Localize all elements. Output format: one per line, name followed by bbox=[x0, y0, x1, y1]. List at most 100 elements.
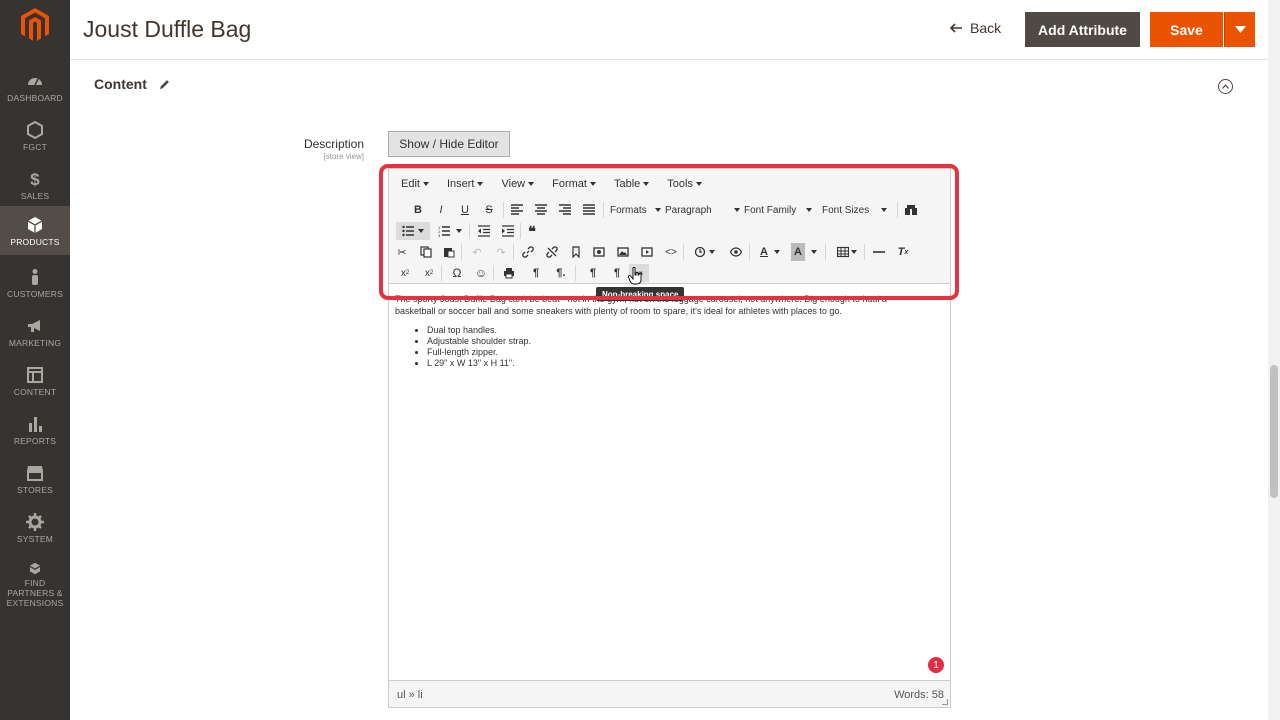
emoticons-icon[interactable]: ☺ bbox=[471, 264, 491, 282]
sidebar-item-label: CONTENT bbox=[13, 387, 57, 397]
sidebar-item-sales[interactable]: $ SALES bbox=[0, 160, 70, 209]
blockquote-icon[interactable]: ❝ bbox=[522, 222, 542, 240]
font-sizes-select[interactable]: Font Sizes bbox=[822, 201, 888, 219]
menu-format[interactable]: Format bbox=[548, 176, 600, 192]
sidebar-item-find-partners[interactable]: FIND PARTNERS & EXTENSIONS bbox=[0, 552, 70, 608]
sidebar-item-dashboard[interactable]: DASHBOARD bbox=[0, 62, 70, 111]
wysiwyg-editor: Edit Insert View Format Table Tools B I … bbox=[388, 168, 951, 708]
background-color-dropdown[interactable] bbox=[809, 243, 819, 261]
save-button[interactable]: Save bbox=[1150, 12, 1223, 47]
element-path[interactable]: ul » li bbox=[397, 689, 423, 701]
align-center-icon[interactable] bbox=[531, 201, 551, 219]
content-section-header[interactable]: Content bbox=[94, 76, 170, 92]
menu-tools-label: Tools bbox=[667, 178, 693, 190]
redo-icon[interactable]: ↷ bbox=[491, 243, 511, 261]
paste-icon[interactable] bbox=[439, 243, 459, 261]
menu-edit[interactable]: Edit bbox=[397, 176, 433, 192]
toolbar-separator bbox=[520, 223, 521, 239]
dashboard-icon bbox=[28, 78, 42, 86]
horizontal-rule-icon[interactable] bbox=[869, 243, 889, 261]
sidebar-item-stores[interactable]: STORES bbox=[0, 454, 70, 503]
source-code-icon[interactable]: <> bbox=[661, 243, 681, 261]
show-blocks-icon[interactable]: ¶ bbox=[583, 264, 603, 282]
print-icon[interactable] bbox=[499, 264, 519, 282]
special-character-icon[interactable]: Ω bbox=[447, 264, 467, 282]
italic-icon[interactable]: I bbox=[431, 201, 451, 219]
sidebar-item-marketing[interactable]: MARKETING bbox=[0, 307, 70, 356]
align-left-icon[interactable] bbox=[507, 201, 527, 219]
font-family-select[interactable]: Font Family bbox=[744, 201, 813, 219]
menu-insert[interactable]: Insert bbox=[443, 176, 488, 192]
text-color-icon[interactable]: A bbox=[754, 243, 774, 261]
hexagon-icon bbox=[27, 121, 43, 139]
strikethrough-icon[interactable]: S bbox=[479, 201, 499, 219]
toolbar-separator bbox=[683, 244, 684, 260]
clear-formatting-icon[interactable]: Tx bbox=[893, 243, 913, 261]
indent-icon[interactable] bbox=[498, 222, 518, 240]
find-replace-icon[interactable] bbox=[901, 201, 921, 219]
underline-icon[interactable]: U bbox=[455, 201, 475, 219]
rtl-direction-icon[interactable]: ¶. bbox=[551, 264, 571, 282]
undo-icon[interactable]: ↶ bbox=[467, 243, 487, 261]
preview-icon[interactable] bbox=[726, 243, 746, 261]
sidebar-item-system[interactable]: SYSTEM bbox=[0, 503, 70, 552]
bullet-list-icon[interactable] bbox=[396, 222, 430, 240]
sidebar-item-products[interactable]: PRODUCTS bbox=[0, 206, 70, 255]
back-label: Back bbox=[970, 20, 1002, 36]
bookmark-icon[interactable] bbox=[566, 243, 586, 261]
menu-table[interactable]: Table bbox=[610, 176, 653, 192]
resize-handle-icon[interactable] bbox=[942, 699, 948, 705]
show-hide-editor-button[interactable]: Show / Hide Editor bbox=[388, 131, 510, 157]
collapse-section-button[interactable] bbox=[1218, 79, 1233, 94]
sidebar-item-content[interactable]: CONTENT bbox=[0, 356, 70, 405]
sidebar-item-reports[interactable]: REPORTS bbox=[0, 405, 70, 454]
show-invisible-chars-icon[interactable]: ¶ bbox=[607, 264, 627, 282]
page-scrollbar[interactable] bbox=[1268, 0, 1280, 720]
insert-widget-icon[interactable] bbox=[589, 243, 609, 261]
bold-icon[interactable]: B bbox=[408, 201, 428, 219]
magento-logo-icon[interactable] bbox=[21, 8, 49, 42]
numbered-list-icon[interactable]: 123 bbox=[434, 222, 466, 240]
editor-statusbar: ul » li Words: 58 bbox=[389, 680, 950, 707]
superscript-icon[interactable]: x2 bbox=[419, 264, 439, 282]
save-options-toggle[interactable] bbox=[1224, 12, 1255, 47]
copy-icon[interactable] bbox=[416, 243, 436, 261]
text-color-dropdown[interactable] bbox=[772, 243, 782, 261]
editor-toolbar: B I U S Formats Paragraph Font Family Fo… bbox=[389, 199, 950, 284]
insert-time-dropdown[interactable] bbox=[707, 243, 717, 261]
page-header: Joust Duffle Bag Back Add Attribute Save bbox=[70, 0, 1268, 60]
align-right-icon[interactable] bbox=[555, 201, 575, 219]
page-title: Joust Duffle Bag bbox=[83, 16, 252, 42]
back-button[interactable]: Back bbox=[950, 20, 1001, 36]
sidebar-item-label: PRODUCTS bbox=[10, 237, 60, 247]
sidebar-item-customers[interactable]: CUSTOMERS bbox=[0, 258, 70, 307]
caret-icon bbox=[477, 182, 484, 186]
media-icon[interactable] bbox=[637, 243, 657, 261]
outdent-icon[interactable] bbox=[474, 222, 494, 240]
subscript-icon[interactable]: x2 bbox=[395, 264, 415, 282]
megaphone-icon bbox=[28, 320, 40, 332]
menu-view[interactable]: View bbox=[497, 176, 538, 192]
align-justify-icon[interactable] bbox=[579, 201, 599, 219]
cut-icon[interactable]: ✂ bbox=[392, 243, 412, 261]
formats-select[interactable]: Formats bbox=[610, 201, 661, 219]
notification-badge[interactable]: 1 bbox=[928, 657, 944, 673]
pencil-icon[interactable] bbox=[159, 79, 170, 90]
list-item: Adjustable shoulder strap. bbox=[427, 336, 943, 347]
background-color-icon[interactable]: A bbox=[791, 243, 805, 261]
caret-icon bbox=[774, 250, 780, 254]
table-icon[interactable] bbox=[834, 243, 860, 261]
link-icon[interactable] bbox=[518, 243, 538, 261]
editor-content[interactable]: The sporty Joust Duffle Bag can't be bea… bbox=[395, 293, 943, 369]
list-item: Dual top handles. bbox=[427, 325, 943, 336]
toolbar-separator bbox=[469, 223, 470, 239]
add-attribute-button[interactable]: Add Attribute bbox=[1025, 12, 1140, 47]
block-format-select[interactable]: Paragraph bbox=[665, 201, 740, 219]
menu-tools[interactable]: Tools bbox=[663, 176, 706, 192]
page-scrollbar-thumb[interactable] bbox=[1270, 365, 1278, 498]
sidebar-item-fgct[interactable]: FGCT bbox=[0, 111, 70, 160]
image-icon[interactable] bbox=[613, 243, 633, 261]
ltr-direction-icon[interactable]: ¶ bbox=[526, 264, 546, 282]
toolbar-separator bbox=[749, 244, 750, 260]
unlink-icon[interactable] bbox=[542, 243, 562, 261]
